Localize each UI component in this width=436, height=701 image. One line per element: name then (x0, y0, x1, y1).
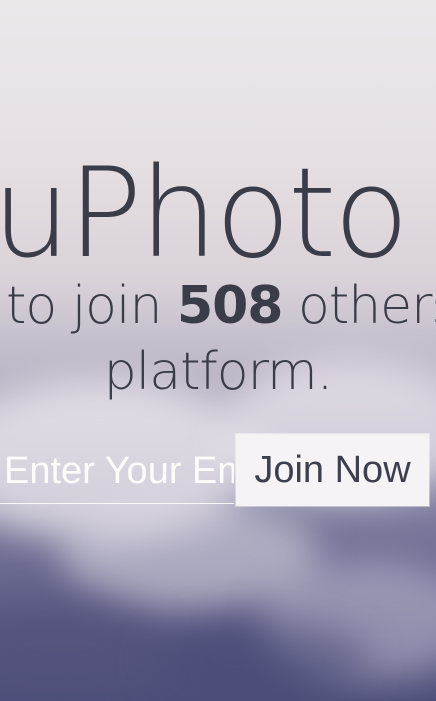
join-now-button[interactable]: Join Now (236, 434, 429, 506)
headline-line-1-text: to join 508 others (6, 274, 436, 338)
cloud-shape (0, 600, 160, 690)
headline-before-count: to join (6, 276, 177, 336)
headline-after-count: others (298, 276, 436, 336)
cloud-shape (150, 620, 370, 700)
headline-line-2: platform. (103, 342, 333, 402)
member-count: 508 (176, 276, 284, 336)
brand-headline: uPhoto (0, 148, 436, 288)
email-field[interactable] (0, 440, 234, 504)
brand-name: uPhoto (0, 148, 409, 286)
headline-line-1: to join 508 others (0, 274, 436, 338)
